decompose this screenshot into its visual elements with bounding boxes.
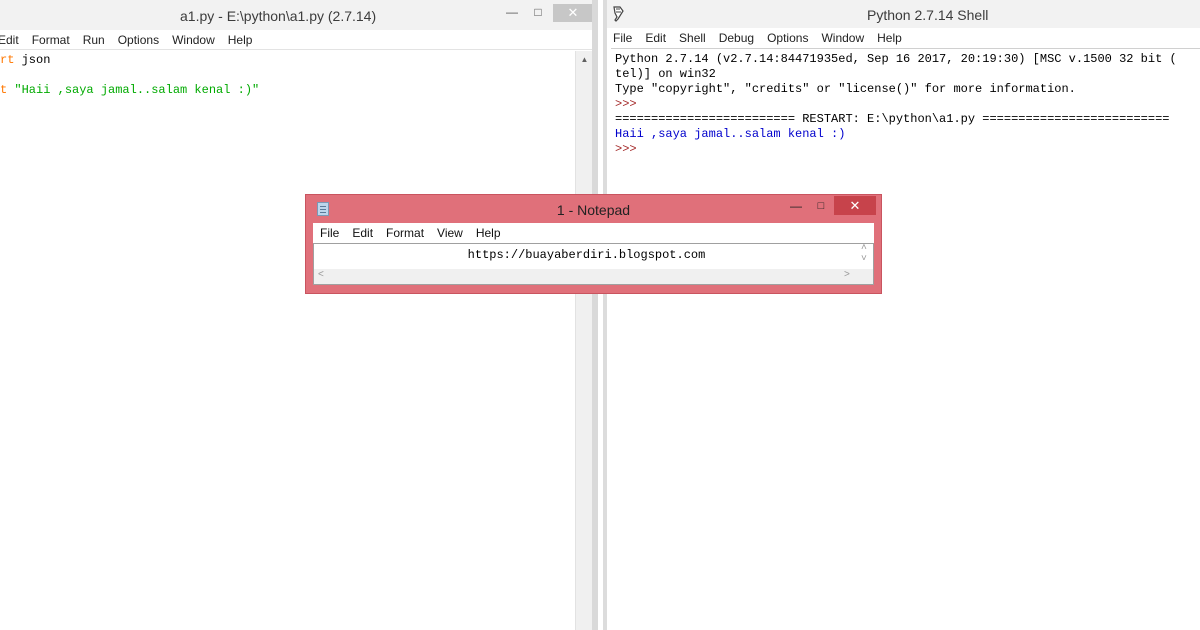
shell-prompt: >>> xyxy=(615,142,637,156)
code-keyword: rt xyxy=(0,53,15,67)
menu-edit[interactable]: Edit xyxy=(645,28,666,48)
menu-window[interactable]: Window xyxy=(821,28,864,48)
shell-menubar: File Edit Shell Debug Options Window Help xyxy=(613,28,1200,48)
menu-shell[interactable]: Shell xyxy=(679,28,706,48)
editor-scrollbar[interactable]: ▲ xyxy=(575,51,592,630)
shell-output-line: Haii ,saya jamal..salam kenal :) xyxy=(615,127,846,141)
menu-file[interactable]: File xyxy=(320,223,339,243)
notepad-window: 1 - Notepad — □ ✕ File Edit Format View Help… xyxy=(305,194,882,294)
idle-feather-icon xyxy=(613,6,624,22)
scroll-up-arrow-icon[interactable]: ˄ xyxy=(861,242,867,253)
editor-menubar: Edit Format Run Options Window Help xyxy=(0,30,596,50)
notepad-content: https://buayaberdiri.blogspot.com xyxy=(467,248,706,262)
minimize-button[interactable]: — xyxy=(786,198,806,214)
menu-window[interactable]: Window xyxy=(172,30,215,50)
notepad-horizontal-scrollbar[interactable]: < > xyxy=(314,269,873,284)
menu-help[interactable]: Help xyxy=(877,28,902,48)
code-editor[interactable]: rt json t "Haii ,saya jamal..salam kenal… xyxy=(0,51,575,630)
close-button[interactable]: ✕ xyxy=(553,4,593,22)
maximize-button[interactable]: □ xyxy=(810,198,832,214)
menu-run[interactable]: Run xyxy=(83,30,105,50)
shell-restart-line: ========================= RESTART: E:\py… xyxy=(615,112,1170,126)
code-line: t "Haii ,saya jamal..salam kenal :)" xyxy=(0,83,259,97)
menu-debug[interactable]: Debug xyxy=(719,28,754,48)
menu-format[interactable]: Format xyxy=(386,223,424,243)
editor-title: a1.py - E:\python\a1.py (2.7.14) xyxy=(180,8,377,24)
minimize-button[interactable]: — xyxy=(500,4,524,22)
shell-prompt: >>> xyxy=(615,97,637,111)
close-button[interactable]: ✕ xyxy=(834,196,876,215)
shell-titlebar[interactable]: Python 2.7.14 Shell xyxy=(607,0,1200,28)
notepad-menubar: File Edit Format View Help xyxy=(313,223,874,243)
maximize-button[interactable]: □ xyxy=(526,4,550,22)
window-border xyxy=(592,0,598,630)
shell-banner-line: Python 2.7.14 (v2.7.14:84471935ed, Sep 1… xyxy=(615,52,1177,66)
editor-window: a1.py - E:\python\a1.py (2.7.14) — □ ✕ E… xyxy=(0,0,598,630)
scroll-up-arrow-icon[interactable]: ▲ xyxy=(576,51,593,68)
code-text: json xyxy=(14,53,51,67)
shell-banner-line: tel)] on win32 xyxy=(615,67,716,81)
editor-titlebar[interactable]: a1.py - E:\python\a1.py (2.7.14) — □ ✕ xyxy=(0,0,598,30)
shell-console[interactable]: Python 2.7.14 (v2.7.14:84471935ed, Sep 1… xyxy=(611,48,1200,630)
code-string: "Haii ,saya jamal..salam kenal :)" xyxy=(14,83,260,97)
menu-options[interactable]: Options xyxy=(767,28,808,48)
menu-help[interactable]: Help xyxy=(228,30,253,50)
menu-format[interactable]: Format xyxy=(32,30,70,50)
notepad-vertical-scrollbar[interactable]: ˄ ˅ xyxy=(858,242,873,269)
shell-title: Python 2.7.14 Shell xyxy=(867,7,989,23)
menu-edit[interactable]: Edit xyxy=(352,223,373,243)
shell-banner-line: Type "copyright", "credits" or "license(… xyxy=(615,82,1076,96)
scroll-left-arrow-icon[interactable]: < xyxy=(318,269,324,280)
scroll-down-arrow-icon[interactable]: ˅ xyxy=(861,253,867,264)
menu-view[interactable]: View xyxy=(437,223,463,243)
notepad-text-area[interactable]: https://buayaberdiri.blogspot.com ˄ ˅ < … xyxy=(313,242,874,285)
code-line: rt json xyxy=(0,53,50,67)
menu-file[interactable]: File xyxy=(613,28,632,48)
menu-help[interactable]: Help xyxy=(476,223,501,243)
menu-edit[interactable]: Edit xyxy=(0,30,19,50)
menu-options[interactable]: Options xyxy=(118,30,159,50)
code-keyword: t xyxy=(0,83,8,97)
scroll-right-arrow-icon[interactable]: > xyxy=(844,269,850,280)
shell-window: Python 2.7.14 Shell File Edit Shell Debug Op… xyxy=(603,0,1200,630)
